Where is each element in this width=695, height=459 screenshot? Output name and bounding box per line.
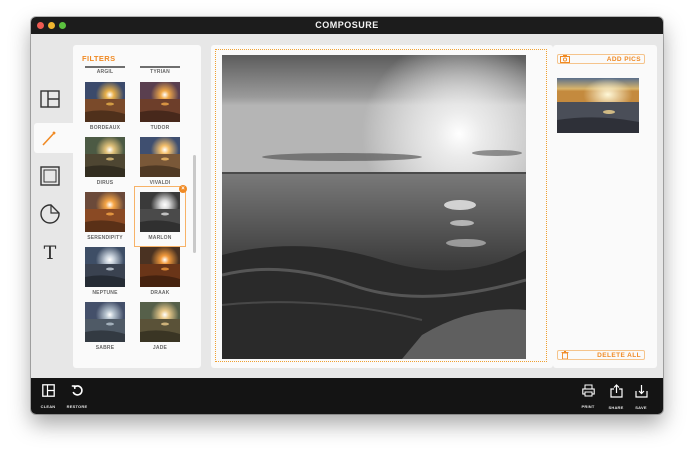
filter-tile-dirus[interactable]: DIRUS [85,137,125,186]
filter-label-bordeaux: BORDEAUX [89,125,121,131]
sticker-icon [40,204,60,224]
restore-label: RESTORE [66,404,88,409]
filter-thumbnail [85,302,125,342]
filter-label-sabre: SABRE [95,345,115,351]
save-label: SAVE [635,405,647,410]
filter-label-serendipity: SERENDIPITY [87,235,123,241]
download-icon [634,384,648,398]
delete-all-button[interactable]: DELETE ALL [557,350,645,360]
filter-thumbnail [140,302,180,342]
clean-button[interactable]: CLEAN [36,384,60,409]
filters-panel: FILTERS ARGIL TYRIAN BORDEAUX TUDOR DIRUS V… [73,45,201,368]
restore-icon [71,384,84,397]
share-icon [609,384,623,398]
share-button[interactable]: SHARE [604,384,628,410]
filter-tile-argil-thumb[interactable] [85,66,125,68]
trash-icon [560,351,570,359]
window-title: COMPOSURE [315,20,379,30]
title-bar: COMPOSURE [31,17,663,34]
filters-title: FILTERS [82,54,116,63]
frame-icon [40,166,60,186]
filter-thumbnail [140,192,180,232]
filter-label-marlon: MARLON [148,235,172,241]
filter-label-tyrian: TYRIAN [150,69,170,75]
filter-thumbnail [140,82,180,122]
filter-tile-jade[interactable]: JADE [140,302,180,351]
remove-filter-badge[interactable]: × [179,185,187,193]
layout-icon [40,90,60,108]
filter-tool[interactable] [34,123,73,153]
filter-label-tudor: TUDOR [150,125,170,131]
filter-tile-vivaldi[interactable]: VIVALDI [140,137,180,186]
bottom-toolbar: CLEAN RESTORE PRINT SHARE SAVE [31,378,663,414]
filter-thumbnail [85,82,125,122]
filter-tile-sabre[interactable]: SABRE [85,302,125,351]
layout-tool[interactable] [35,84,65,114]
clean-icon [41,384,55,397]
filter-thumbnail [85,247,125,287]
filter-label-vivaldi: VIVALDI [149,180,171,186]
tool-sidebar: T [31,34,73,378]
filter-thumbnail [85,137,125,177]
filter-tile-serendipity[interactable]: SERENDIPITY [85,192,125,241]
print-label: PRINT [581,404,595,409]
save-button[interactable]: SAVE [629,384,653,410]
filter-label-argil: ARGIL [96,69,114,75]
text-icon: T [43,242,57,264]
clean-label: CLEAN [40,404,56,409]
restore-button[interactable]: RESTORE [65,384,89,409]
sticker-tool[interactable] [35,199,65,229]
printer-icon [581,384,595,397]
add-pics-button[interactable]: ADD PICS [557,54,645,64]
share-label: SHARE [608,405,624,410]
add-pics-label: ADD PICS [606,56,641,63]
filter-label-neptune: NEPTUNE [92,290,118,296]
filter-tile-marlon[interactable]: MARLON × [134,185,187,247]
filter-label-jade: JADE [152,345,168,351]
filter-thumbnail [140,247,180,287]
camera-icon [560,55,570,63]
print-button[interactable]: PRINT [576,384,600,409]
filter-tile-bordeaux[interactable]: BORDEAUX [85,82,125,131]
pic-thumbnail[interactable] [557,78,639,133]
filter-tile-neptune[interactable]: NEPTUNE [85,247,125,296]
magic-wand-icon [40,129,58,147]
canvas-photo[interactable] [222,55,526,359]
text-tool[interactable]: T [35,238,65,268]
filter-tile-tyrian-thumb[interactable] [140,66,180,68]
pics-panel: ADD PICS DELETE ALL [553,45,657,368]
frame-tool[interactable] [35,161,65,191]
app-window: COMPOSURE T FILTERS ARGIL TYRIAN BORDEAU… [31,17,663,414]
delete-all-label: DELETE ALL [597,352,641,359]
filter-label-draak: DRAAK [150,290,170,296]
filter-thumbnail [140,137,180,177]
filters-scrollbar[interactable] [193,155,196,253]
filter-thumbnail [85,192,125,232]
filter-tile-tudor[interactable]: TUDOR [140,82,180,131]
filter-label-dirus: DIRUS [96,180,114,186]
canvas-panel [211,45,553,368]
filter-tile-draak[interactable]: DRAAK [140,247,180,296]
